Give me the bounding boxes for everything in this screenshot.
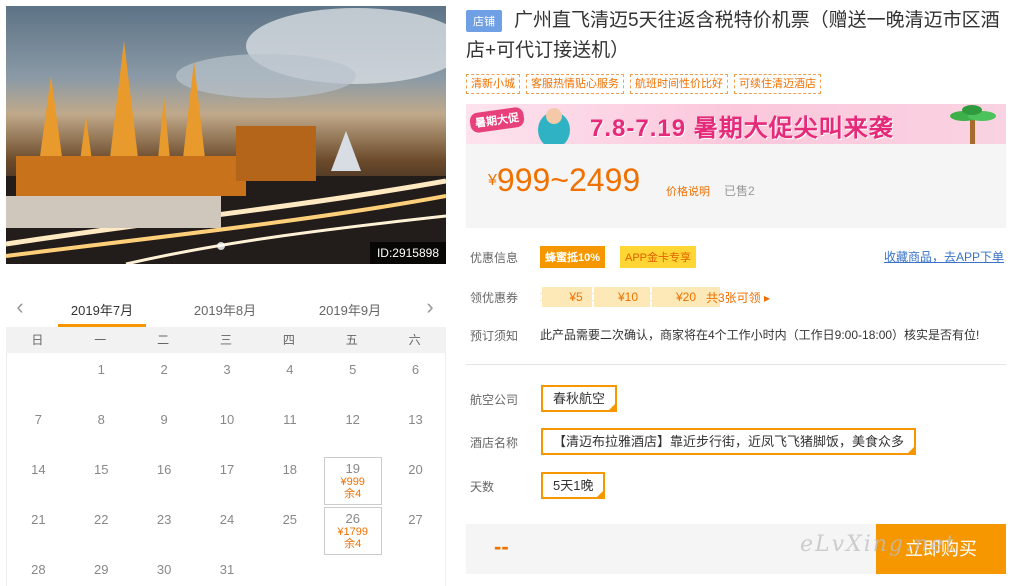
weekday-label: 五 xyxy=(345,333,358,347)
calendar-day: 21 xyxy=(31,512,46,527)
hotel-label: 酒店名称 xyxy=(470,436,519,450)
calendar-day: 10 xyxy=(219,412,235,427)
offers-label: 优惠信息 xyxy=(470,251,519,265)
calendar-day: 16 xyxy=(156,462,172,477)
weekday-label: 一 xyxy=(94,333,107,347)
calendar-day: 7 xyxy=(34,412,43,427)
product-tags: 清新小城 客服热情贴心服务 航班时间性价比好 可续住清迈酒店 xyxy=(466,74,821,94)
weekday-label: 二 xyxy=(157,333,170,347)
calendar-day: 17 xyxy=(219,462,235,477)
calendar-day: 8 xyxy=(97,412,105,427)
chevron-left-icon[interactable]: ‹ xyxy=(10,296,30,319)
weekday-label: 四 xyxy=(282,333,295,347)
days-label: 天数 xyxy=(470,480,495,494)
day-number: 19 xyxy=(345,461,360,476)
calendar-day: 6 xyxy=(411,362,420,377)
calendar-day: 1 xyxy=(97,362,105,377)
calendar-day-available[interactable]: 26 ¥1799 余4 xyxy=(323,507,382,555)
tab-month-july[interactable]: 2019年7月 xyxy=(52,300,152,319)
feature-tag: 客服热情贴心服务 xyxy=(526,74,624,94)
price-range: ¥999~2499 xyxy=(488,162,640,199)
price-value: 999~2499 xyxy=(496,162,641,198)
calendar-day: 12 xyxy=(345,412,360,427)
day-price: ¥999 xyxy=(340,476,365,488)
calendar-day xyxy=(7,353,70,403)
calendar-day: 3 xyxy=(223,362,231,377)
section-divider xyxy=(466,364,1006,365)
day-price: ¥1799 xyxy=(337,526,368,538)
coupons-more-link[interactable]: 共3张可领 ▸ xyxy=(706,289,770,306)
calendar-day: 25 xyxy=(282,512,298,527)
calendar-day xyxy=(321,553,384,586)
app-gold-card-badge: APP金卡专享 xyxy=(620,246,697,268)
promo-text: 7.8-7.19 暑期大促尖叫来袭 xyxy=(590,115,894,142)
product-title: 广州直飞清迈5天往返含税特价机票（赠送一晚清迈市区酒店+可代订接送机） xyxy=(466,10,1000,61)
notice-text: 此产品需要二次确认，商家将在4个工作小时内（工作日9:00-18:00）核实是否… xyxy=(540,328,980,342)
calendar-day: 22 xyxy=(94,512,109,527)
favorite-app-link[interactable]: 收藏商品，去APP下单 xyxy=(884,248,1004,265)
promo-banner[interactable]: 暑期大促 7.8-7.19 暑期大促尖叫来袭 xyxy=(466,104,1006,144)
temple-photo xyxy=(6,8,446,264)
promo-tag: 暑期大促 xyxy=(468,106,526,134)
tab-month-august[interactable]: 2019年8月 xyxy=(175,300,275,319)
calendar-day: 2 xyxy=(160,362,168,377)
honey-discount-badge: 蜂蜜抵10% xyxy=(540,246,606,268)
feature-tag: 航班时间性价比好 xyxy=(630,74,728,94)
currency-symbol: ¥ xyxy=(488,172,497,189)
sold-count: 已售2 xyxy=(724,184,755,198)
weekday-label: 三 xyxy=(220,333,233,347)
airline-label: 航空公司 xyxy=(470,393,519,407)
palm-tree-icon xyxy=(950,105,996,144)
calendar-day: 31 xyxy=(219,562,235,577)
calendar-day: 9 xyxy=(160,412,168,427)
product-image: ID:2915898 xyxy=(6,6,446,264)
calendar-day: 14 xyxy=(31,462,46,477)
tab-month-september[interactable]: 2019年9月 xyxy=(300,300,400,319)
day-stock: 余4 xyxy=(344,538,362,550)
calendar-day: 13 xyxy=(408,412,423,427)
calendar-day: 5 xyxy=(349,362,357,377)
calendar-day-available[interactable]: 19 ¥999 余4 xyxy=(323,457,382,505)
model-figure-icon xyxy=(538,108,570,144)
airline-option[interactable]: 春秋航空 xyxy=(541,385,618,412)
weekday-label: 六 xyxy=(408,333,421,347)
calendar-day: 24 xyxy=(219,512,235,527)
calendar-day: 18 xyxy=(282,462,298,477)
calendar-day: 29 xyxy=(94,562,109,577)
calendar-day: 15 xyxy=(94,462,109,477)
feature-tag: 可续住清迈酒店 xyxy=(734,74,821,94)
days-option[interactable]: 5天1晚 xyxy=(541,472,606,499)
price-note-link[interactable]: 价格说明 xyxy=(666,183,710,199)
day-stock: 余4 xyxy=(344,488,362,500)
calendar-day: 27 xyxy=(408,512,423,527)
buy-now-button[interactable]: 立即购买 xyxy=(876,524,1006,574)
calendar-day: 28 xyxy=(31,562,46,577)
coupons-label: 领优惠券 xyxy=(470,291,519,305)
calendar-day xyxy=(258,553,321,586)
calendar-day: 23 xyxy=(156,512,172,527)
total-price: -- xyxy=(494,534,509,559)
feature-tag: 清新小城 xyxy=(466,74,520,94)
purchase-bar: -- 立即购买 xyxy=(466,524,1006,574)
chevron-right-icon[interactable]: › xyxy=(420,296,440,319)
price-panel: ¥999~2499 价格说明 已售2 xyxy=(466,144,1006,228)
hotel-option[interactable]: 【清迈布拉雅酒店】靠近步行街，近凤飞飞猪脚饭，美食众多 xyxy=(541,428,917,455)
calendar-day: 11 xyxy=(283,412,297,427)
store-badge: 店铺 xyxy=(466,10,502,32)
calendar-day: 30 xyxy=(156,562,172,577)
notice-label: 预订须知 xyxy=(470,329,519,343)
calendar-day: 20 xyxy=(408,462,423,477)
calendar-day: 4 xyxy=(286,362,294,377)
day-number: 26 xyxy=(345,511,360,526)
calendar-month-nav: ‹ 2019年7月 2019年8月 2019年9月 › xyxy=(6,293,446,327)
image-id-label: ID:2915898 xyxy=(369,242,446,264)
weekday-label: 日 xyxy=(31,333,44,347)
calendar-weekday-header: 日 一 二 三 四 五 六 xyxy=(6,327,446,353)
calendar-day xyxy=(384,553,447,586)
calendar-grid: 1 2 3 4 5 6 7 8 9 10 11 12 13 14 15 16 17 18 19 ¥999 余4 20 21 2… xyxy=(6,353,446,586)
